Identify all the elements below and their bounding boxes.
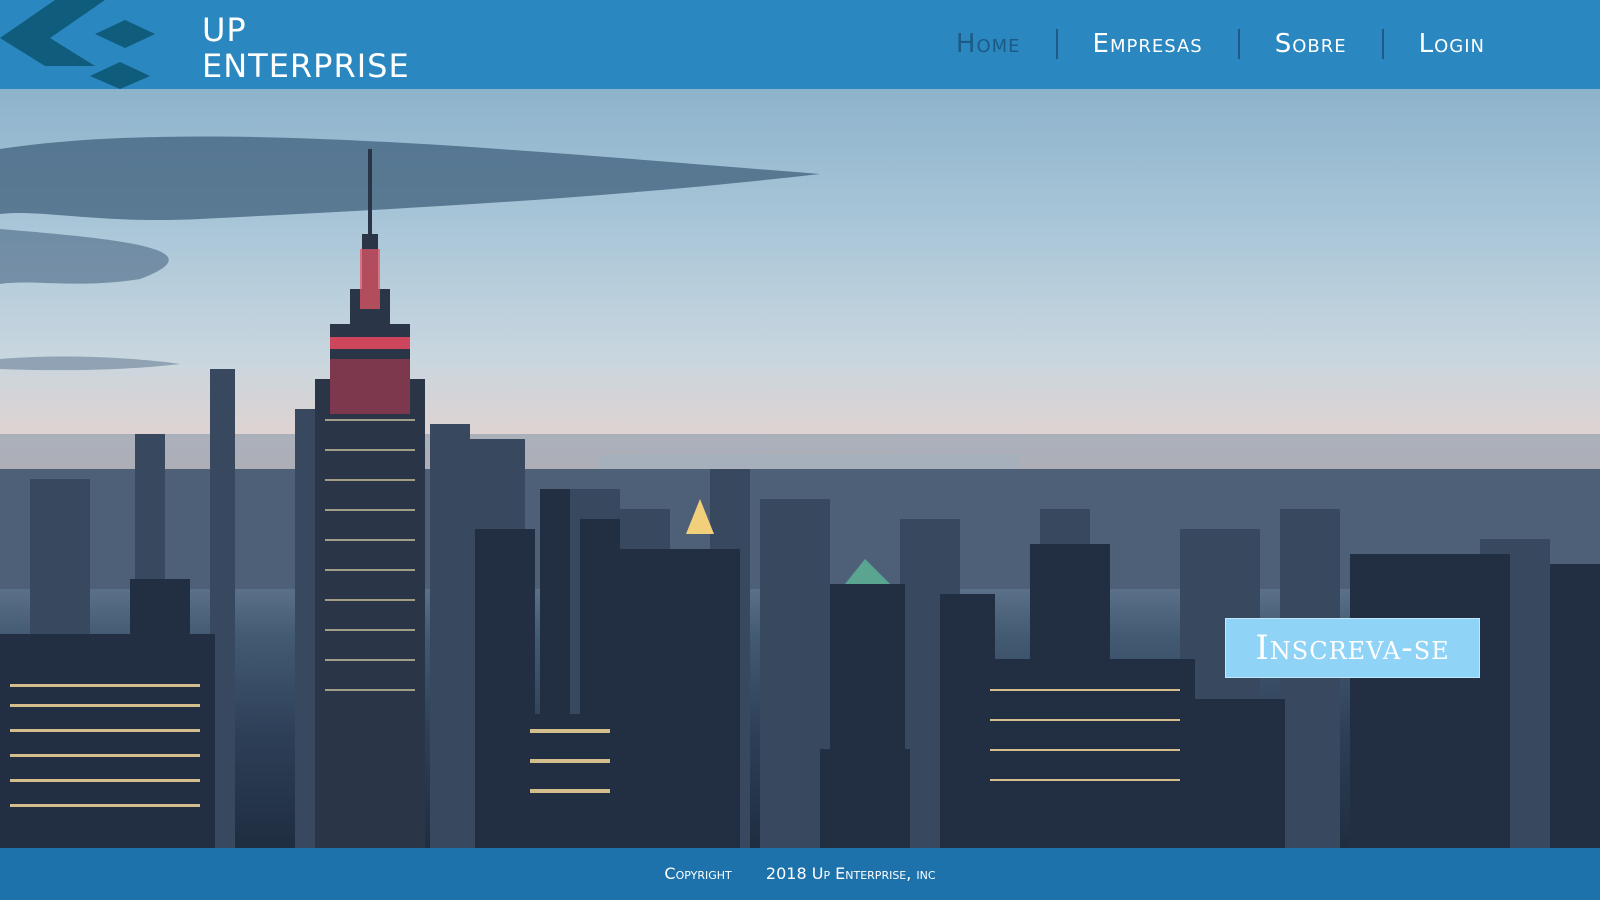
nav-sobre[interactable]: Sobre [1240,24,1382,64]
nav-home[interactable]: Home [921,24,1056,64]
logo-icon[interactable] [0,0,160,89]
brand-line-1: UP [202,11,247,49]
nav-empresas[interactable]: Empresas [1058,24,1238,64]
city-skyline-illustration [0,136,1600,849]
footer: Copyright 2018 Up Enterprise, inc [0,848,1600,900]
subscribe-button[interactable]: Inscreva-se [1225,618,1480,678]
brand-line-2: ENTERPRISE [202,47,410,85]
page: UP ENTERPRISE Home Empresas Sobre Login [0,0,1600,900]
nav-login[interactable]: Login [1384,24,1520,64]
top-navbar: UP ENTERPRISE Home Empresas Sobre Login [0,0,1600,89]
main-nav: Home Empresas Sobre Login [921,24,1520,64]
copyright-text: 2018 Up Enterprise, inc [765,864,936,883]
brand-name[interactable]: UP ENTERPRISE [202,12,410,84]
copyright-label: Copyright [664,864,732,883]
hero-city-image [0,89,1600,849]
